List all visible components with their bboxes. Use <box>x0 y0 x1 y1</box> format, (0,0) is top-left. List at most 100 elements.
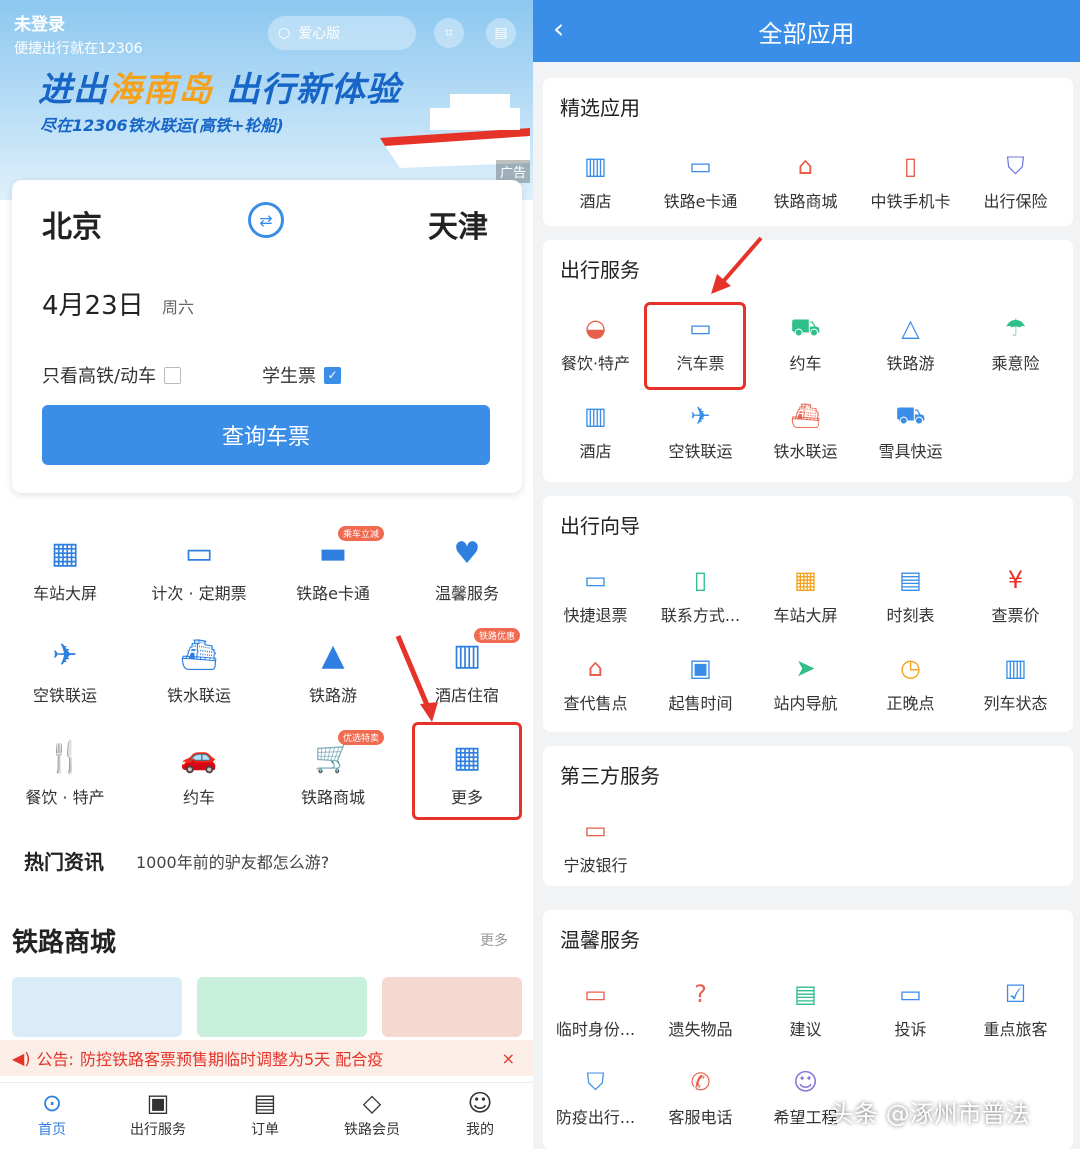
train-icon: ▥ <box>1004 654 1027 682</box>
section-travel-service: 出行服务 ◒ 餐饮·特产 ▭ 汽车票 ⛟ 约车 △ 铁路游 ☂ 乘意险 ▥ 酒店 ✈ 空铁联运… <box>543 240 1073 482</box>
mall-section-title: 铁路商城 <box>12 928 117 958</box>
grid-warm-service[interactable]: ♥ 温馨服务 <box>402 532 532 604</box>
grid-mall[interactable]: 🛒 铁路商城 <box>268 736 398 808</box>
app-ningbo-bank[interactable]: ▭ 宁波银行 <box>543 812 648 876</box>
app-header: ‹ 全部应用 <box>533 0 1080 62</box>
app-ecard[interactable]: ▭ 铁路e卡通 <box>648 148 753 212</box>
scan-icon[interactable]: ⌗ <box>434 18 464 48</box>
app-hotel[interactable]: ▥ 酒店 <box>543 148 648 212</box>
phone-icon: ✆ <box>690 1068 711 1096</box>
section-title: 温馨服务 <box>560 928 640 952</box>
app-key-passenger[interactable]: ☑ 重点旅客 <box>963 976 1068 1040</box>
grid-label: 铁路商城 <box>300 788 365 807</box>
app-accident-insurance[interactable]: ☂ 乘意险 <box>963 310 1068 374</box>
grid-label: 约车 <box>182 788 215 807</box>
app-sim-card[interactable]: ▯ 中铁手机卡 <box>858 148 963 212</box>
tab-home[interactable]: ⊙ 首页 <box>2 1089 102 1139</box>
search-placeholder: 爱心版 <box>298 26 341 42</box>
hainan-banner[interactable]: 未登录 便捷出行就在12306 ○ 爱心版 ⌗ ▤ 进出海南岛 出行新体验 尽在1… <box>0 0 533 200</box>
app-station-nav[interactable]: ➤ 站内导航 <box>753 650 858 714</box>
grid-period-ticket[interactable]: ▭ 计次 · 定期票 <box>134 532 264 604</box>
shop-icon: ⌂ <box>797 152 814 180</box>
tab-profile[interactable]: ☺ 我的 <box>430 1089 530 1139</box>
product-card-juice[interactable] <box>197 977 367 1037</box>
app-catering[interactable]: ◒ 餐饮·特产 <box>543 310 648 374</box>
grid-car[interactable]: 🚗 约车 <box>134 736 264 808</box>
grid-air-rail[interactable]: ✈ 空铁联运 <box>0 634 130 706</box>
grid-rail-water[interactable]: ⛴ 铁水联运 <box>134 634 264 706</box>
page-title: 全部应用 <box>758 20 855 48</box>
app-ski-express[interactable]: ⛟ 雪具快运 <box>858 398 963 462</box>
grid-label: 铁水联运 <box>166 686 231 705</box>
app-train-status[interactable]: ▥ 列车状态 <box>963 650 1068 714</box>
timetable-icon: ▤ <box>899 566 922 594</box>
tab-membership[interactable]: ◇ 铁路会员 <box>322 1089 422 1139</box>
app-sale-time[interactable]: ▣ 起售时间 <box>648 650 753 714</box>
highspeed-option[interactable]: 只看高铁/动车 <box>42 362 182 388</box>
login-status[interactable]: 未登录 <box>14 10 65 35</box>
search-input[interactable]: ○ 爱心版 <box>268 16 416 50</box>
plane-icon: ✈ <box>690 402 711 430</box>
query-ticket-button[interactable]: 查询车票 <box>42 405 490 465</box>
order-icon: ▤ <box>253 1089 277 1117</box>
shield-icon: ⛉ <box>1006 152 1025 180</box>
app-label: 起售时间 <box>668 694 733 713</box>
bottom-tab-bar: ⊙ 首页 ▣ 出行服务 ▤ 订单 ◇ 铁路会员 ☺ 我的 <box>0 1082 533 1149</box>
app-mall[interactable]: ⌂ 铁路商城 <box>753 148 858 212</box>
building-icon: ▥ <box>584 152 607 180</box>
hot-news-link[interactable]: 1000年前的驴友都怎么游? <box>136 849 329 873</box>
tab-label: 出行服务 <box>130 1122 186 1138</box>
app-insurance[interactable]: ⛉ 出行保险 <box>963 148 1068 212</box>
house-icon: ⌂ <box>587 654 604 682</box>
grid-catering[interactable]: 🍴 餐饮 · 特产 <box>0 736 130 808</box>
app-station-screen[interactable]: ▦ 车站大屏 <box>753 562 858 626</box>
app-agency-points[interactable]: ⌂ 查代售点 <box>543 650 648 714</box>
mall-more-link[interactable]: 更多 <box>480 930 508 950</box>
app-rail-tour[interactable]: △ 铁路游 <box>858 310 963 374</box>
banner-title-c: 出行新体验 <box>213 70 401 110</box>
highspeed-label: 只看高铁/动车 <box>42 366 157 387</box>
grid-rail-tour[interactable]: ▲ 铁路游 <box>268 634 398 706</box>
app-hotel-2[interactable]: ▥ 酒店 <box>543 398 648 462</box>
swap-icon[interactable]: ⇄ <box>248 202 284 238</box>
app-contact[interactable]: ▯ 联系方式... <box>648 562 753 626</box>
app-air-rail[interactable]: ✈ 空铁联运 <box>648 398 753 462</box>
weekday-label: 周六 <box>162 298 195 317</box>
section-featured: 精选应用 ▥ 酒店 ▭ 铁路e卡通 ⌂ 铁路商城 ▯ 中铁手机卡 ⛉ 出行保险 <box>543 78 1073 226</box>
app-label: 乘意险 <box>991 354 1040 373</box>
app-label: 正晚点 <box>886 694 935 713</box>
phone-icon: ▯ <box>693 566 708 594</box>
app-temp-id[interactable]: ▭ 临时身份... <box>543 976 648 1040</box>
user-icon: ☺ <box>467 1089 493 1117</box>
tab-orders[interactable]: ▤ 订单 <box>215 1089 315 1139</box>
highspeed-checkbox[interactable] <box>164 366 182 384</box>
app-rail-water[interactable]: ⛴ 铁水联运 <box>753 398 858 462</box>
ship-icon: ⛴ <box>790 402 821 430</box>
student-checkbox[interactable]: ✓ <box>324 366 341 384</box>
student-option[interactable]: 学生票 ✓ <box>262 362 341 388</box>
building-icon: ▥ <box>584 402 607 430</box>
from-city[interactable]: 北京 <box>42 202 102 246</box>
grid-ecard[interactable]: ▬ 铁路e卡通 <box>268 532 398 604</box>
to-city[interactable]: 天津 <box>428 202 488 246</box>
app-on-time[interactable]: ◷ 正晚点 <box>858 650 963 714</box>
product-card-gift[interactable] <box>382 977 522 1037</box>
app-quick-refund[interactable]: ▭ 快捷退票 <box>543 562 648 626</box>
app-service-phone[interactable]: ✆ 客服电话 <box>648 1064 753 1128</box>
tab-travel-service[interactable]: ▣ 出行服务 <box>108 1089 208 1139</box>
message-icon[interactable]: ▤ <box>486 18 516 48</box>
product-card-orange[interactable] <box>12 977 182 1037</box>
notice-bar[interactable]: ◀) 公告: 防控铁路客票预售期临时调整为5天 配合疫 × <box>0 1040 533 1076</box>
app-car[interactable]: ⛟ 约车 <box>753 310 858 374</box>
app-lost-items[interactable]: ? 遗失物品 <box>648 976 753 1040</box>
close-icon[interactable]: × <box>502 1049 515 1068</box>
app-timetable[interactable]: ▤ 时刻表 <box>858 562 963 626</box>
app-epidemic-travel[interactable]: ⛉ 防疫出行... <box>543 1064 648 1128</box>
app-complaint[interactable]: ▭ 投诉 <box>858 976 963 1040</box>
app-label: 铁路e卡通 <box>663 192 738 211</box>
app-fare[interactable]: ¥ 查票价 <box>963 562 1068 626</box>
travel-date[interactable]: 4月23日 <box>42 285 144 322</box>
app-label: 时刻表 <box>886 606 935 625</box>
app-suggestion[interactable]: ▤ 建议 <box>753 976 858 1040</box>
grid-station-screen[interactable]: ▦ 车站大屏 <box>0 532 130 604</box>
